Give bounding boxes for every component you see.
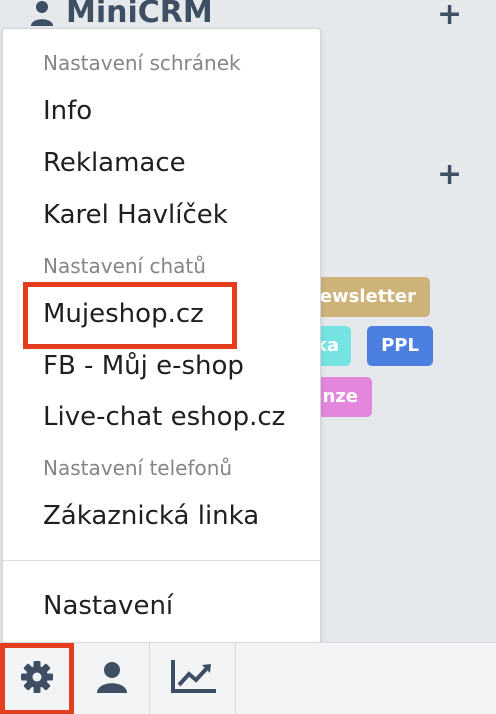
menu-divider <box>3 560 320 561</box>
tag-ppl[interactable]: PPL <box>367 326 433 366</box>
app-root: MiniCRM + + ewsletter ka PPL nze Nastave… <box>0 0 496 714</box>
app-header: MiniCRM <box>30 0 213 30</box>
add-button[interactable]: + <box>437 0 462 30</box>
menu-item-reklamace[interactable]: Reklamace <box>43 148 186 178</box>
menu-item-info[interactable]: Info <box>43 96 92 126</box>
chart-icon <box>170 660 216 698</box>
settings-button[interactable] <box>0 643 74 714</box>
menu-item-live-chat[interactable]: Live-chat eshop.cz <box>43 402 285 432</box>
user-button[interactable] <box>74 643 150 714</box>
menu-item-zakaznicka-linka[interactable]: Zákaznická linka <box>43 501 259 531</box>
add-button[interactable]: + <box>437 160 462 190</box>
app-title: MiniCRM <box>66 0 213 30</box>
gear-icon <box>20 660 54 698</box>
user-icon <box>95 660 129 698</box>
user-icon <box>30 0 54 30</box>
menu-item-karel-havlicek[interactable]: Karel Havlíček <box>43 200 228 230</box>
highlight-box <box>23 282 237 349</box>
section-mailbox-settings: Nastavení schránek <box>43 51 241 75</box>
section-chat-settings: Nastavení chatů <box>43 254 206 278</box>
settings-dropdown-menu: Nastavení schránek Info Reklamace Karel … <box>2 28 321 644</box>
menu-item-nastaveni[interactable]: Nastavení <box>43 591 173 621</box>
bottom-toolbar <box>0 642 496 714</box>
section-phone-settings: Nastavení telefonů <box>43 456 233 480</box>
stats-button[interactable] <box>150 643 236 714</box>
menu-item-fb-muj-eshop[interactable]: FB - Můj e-shop <box>43 351 244 381</box>
